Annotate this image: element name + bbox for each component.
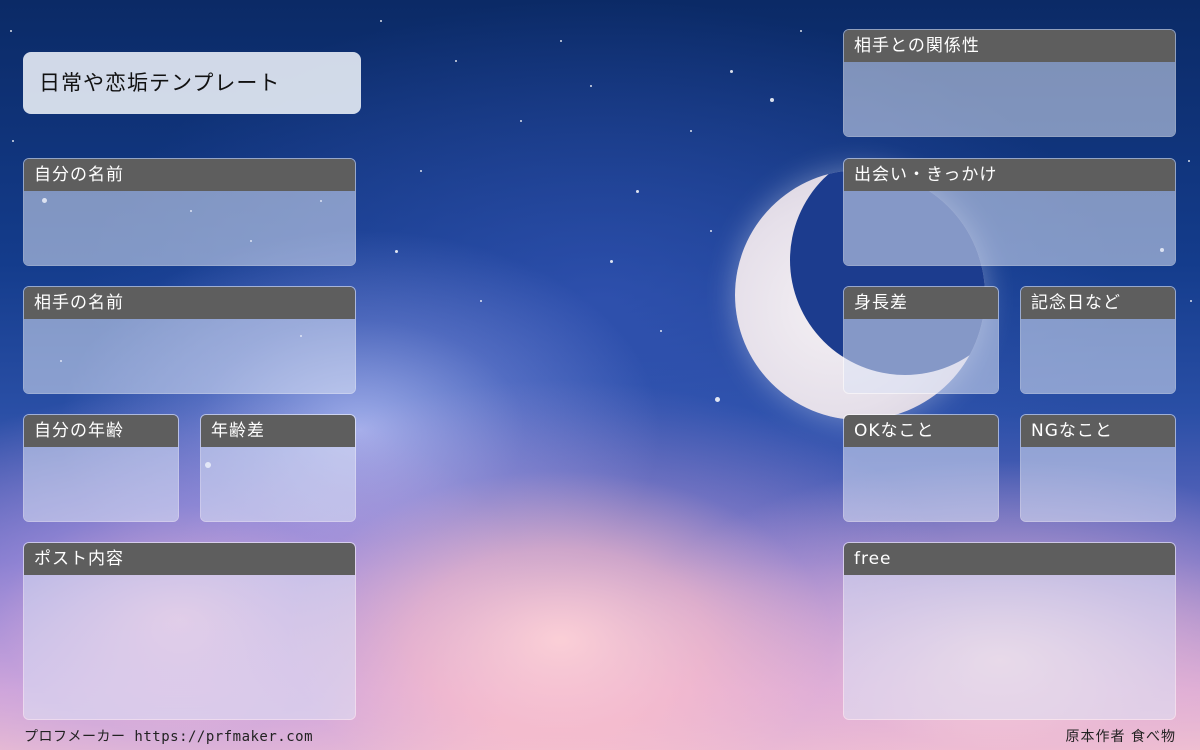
my-age-panel: 自分の年齢 bbox=[23, 414, 179, 522]
ng-things-field[interactable] bbox=[1021, 447, 1175, 521]
meeting-field[interactable] bbox=[844, 191, 1175, 265]
free-label: free bbox=[844, 543, 1175, 575]
free-field[interactable] bbox=[844, 575, 1175, 719]
my-name-field[interactable] bbox=[24, 191, 355, 265]
age-gap-field[interactable] bbox=[201, 447, 355, 521]
partner-name-panel: 相手の名前 bbox=[23, 286, 356, 394]
post-content-field[interactable] bbox=[24, 575, 355, 719]
my-age-field[interactable] bbox=[24, 447, 178, 521]
footer-credit-link[interactable]: プロフメーカー https://prfmaker.com bbox=[24, 726, 313, 746]
partner-name-field[interactable] bbox=[24, 319, 355, 393]
height-gap-panel: 身長差 bbox=[843, 286, 999, 394]
age-gap-label: 年齢差 bbox=[201, 415, 355, 447]
post-content-panel: ポスト内容 bbox=[23, 542, 356, 720]
ok-things-field[interactable] bbox=[844, 447, 998, 521]
relationship-panel: 相手との関係性 bbox=[843, 29, 1176, 137]
page-title: 日常や恋垢テンプレート bbox=[23, 52, 361, 114]
ng-things-label: NGなこと bbox=[1021, 415, 1175, 447]
free-panel: free bbox=[843, 542, 1176, 720]
anniversary-label: 記念日など bbox=[1021, 287, 1175, 319]
relationship-field[interactable] bbox=[844, 62, 1175, 136]
my-name-label: 自分の名前 bbox=[24, 159, 355, 191]
ng-things-panel: NGなこと bbox=[1020, 414, 1176, 522]
age-gap-panel: 年齢差 bbox=[200, 414, 356, 522]
my-name-panel: 自分の名前 bbox=[23, 158, 356, 266]
ok-things-label: OKなこと bbox=[844, 415, 998, 447]
partner-name-label: 相手の名前 bbox=[24, 287, 355, 319]
height-gap-label: 身長差 bbox=[844, 287, 998, 319]
anniversary-panel: 記念日など bbox=[1020, 286, 1176, 394]
meeting-panel: 出会い・きっかけ bbox=[843, 158, 1176, 266]
footer-author: 原本作者 食べ物 bbox=[1065, 729, 1176, 745]
relationship-label: 相手との関係性 bbox=[844, 30, 1175, 62]
my-age-label: 自分の年齢 bbox=[24, 415, 178, 447]
meeting-label: 出会い・きっかけ bbox=[844, 159, 1175, 191]
post-content-label: ポスト内容 bbox=[24, 543, 355, 575]
ok-things-panel: OKなこと bbox=[843, 414, 999, 522]
height-gap-field[interactable] bbox=[844, 319, 998, 393]
anniversary-field[interactable] bbox=[1021, 319, 1175, 393]
